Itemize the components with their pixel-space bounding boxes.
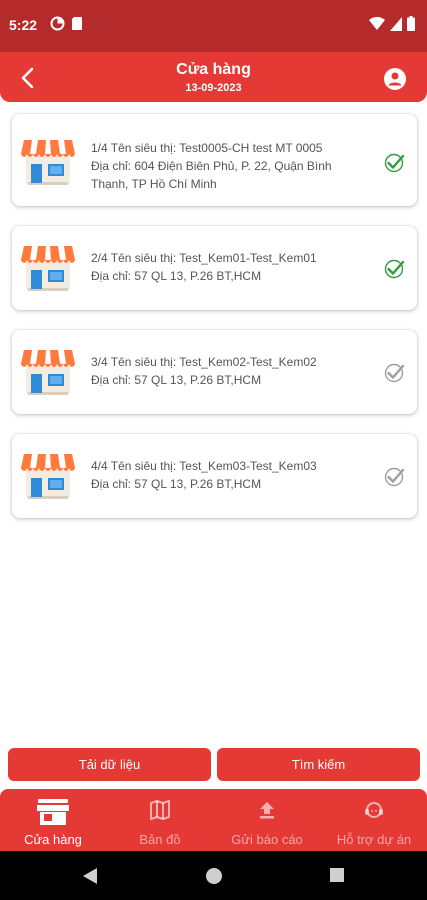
page-date: 13-09-2023	[185, 82, 242, 94]
store-icon	[21, 454, 75, 499]
store-icon	[21, 246, 75, 291]
store-name: 1/4 Tên siêu thị: Test0005-CH test MT 00…	[91, 141, 323, 155]
store-card[interactable]: 4/4 Tên siêu thị: Test_Kem03-Test_Kem03 …	[12, 434, 417, 518]
tab-store[interactable]: Cửa hàng	[0, 789, 106, 851]
check-pending-icon	[384, 467, 405, 487]
bottom-tab-bar: Cửa hàng Bản đồ Gửi báo cáo Hỗ trợ dự án	[0, 789, 427, 851]
store-icon	[37, 799, 69, 825]
tab-send-report[interactable]: Gửi báo cáo	[214, 789, 320, 851]
tab-support-label: Hỗ trợ dự án	[336, 832, 412, 847]
app-bar: Cửa hàng 13-09-2023	[0, 52, 427, 102]
signal-icon	[390, 16, 402, 31]
store-address: Địa chỉ: 57 QL 13, P.26 BT,HCM	[91, 477, 262, 491]
system-nav-bar	[0, 851, 427, 900]
support-icon	[365, 802, 383, 818]
store-name: 3/4 Tên siêu thị: Test_Kem02-Test_Kem02	[91, 355, 317, 369]
store-card[interactable]: 3/4 Tên siêu thị: Test_Kem02-Test_Kem02 …	[12, 330, 417, 414]
store-address: Địa chỉ: 57 QL 13, P.26 BT,HCM	[91, 269, 262, 283]
recents-square-icon[interactable]	[329, 867, 345, 883]
load-data-button[interactable]: Tải dữ liệu	[8, 748, 211, 781]
store-icon	[21, 350, 75, 395]
tab-store-label: Cửa hàng	[24, 832, 82, 847]
check-pending-icon	[384, 363, 405, 383]
account-icon[interactable]	[383, 67, 407, 91]
store-name: 2/4 Tên siêu thị: Test_Kem01-Test_Kem01	[91, 251, 317, 265]
page-title: Cửa hàng	[176, 61, 251, 78]
back-triangle-icon[interactable]	[82, 867, 98, 885]
data-saver-icon	[50, 16, 65, 31]
action-bar: Tải dữ liệu Tìm kiếm	[8, 748, 420, 781]
tab-map-label: Bản đồ	[139, 832, 181, 847]
status-time: 5:22	[9, 17, 38, 33]
tab-send-report-label: Gửi báo cáo	[231, 832, 303, 847]
store-list: 1/4 Tên siêu thị: Test0005-CH test MT 00…	[12, 114, 417, 538]
store-address: Địa chỉ: 57 QL 13, P.26 BT,HCM	[91, 373, 262, 387]
store-name: 4/4 Tên siêu thị: Test_Kem03-Test_Kem03	[91, 459, 317, 473]
store-address: Địa chỉ: 604 Điện Biên Phủ, P. 22, Quận …	[91, 159, 332, 191]
tab-map[interactable]: Bản đồ	[107, 789, 213, 851]
battery-icon	[407, 16, 415, 31]
home-circle-icon[interactable]	[205, 867, 223, 885]
store-card[interactable]: 2/4 Tên siêu thị: Test_Kem01-Test_Kem01 …	[12, 226, 417, 310]
upload-icon	[260, 802, 274, 819]
store-card[interactable]: 1/4 Tên siêu thị: Test0005-CH test MT 00…	[12, 114, 417, 206]
check-done-icon	[384, 259, 405, 279]
check-done-icon	[384, 153, 405, 173]
search-button[interactable]: Tìm kiếm	[217, 748, 420, 781]
map-icon	[150, 800, 170, 820]
sim-card-icon	[72, 17, 82, 30]
status-bar: 5:22	[0, 0, 427, 52]
store-icon	[21, 140, 75, 185]
wifi-icon	[369, 16, 385, 30]
tab-support[interactable]: Hỗ trợ dự án	[321, 789, 427, 851]
